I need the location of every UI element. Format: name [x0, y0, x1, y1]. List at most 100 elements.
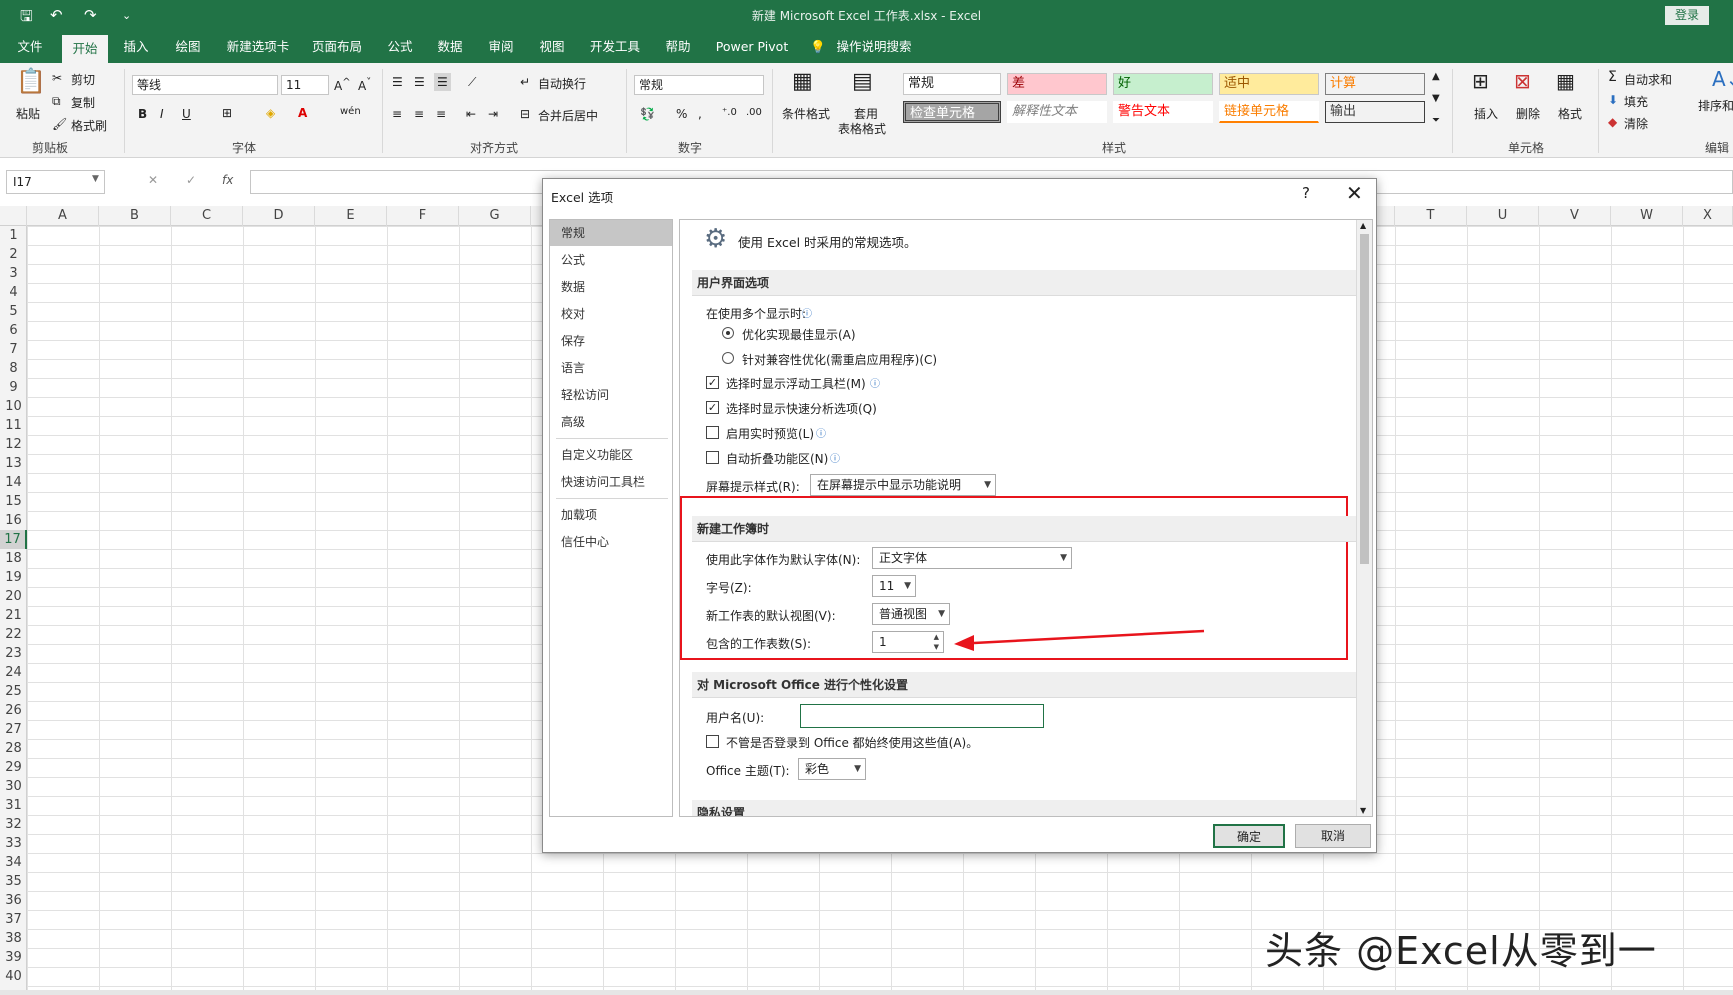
column-header-cell[interactable]: G — [459, 206, 531, 226]
column-header-cell[interactable]: F — [387, 206, 459, 226]
close-button[interactable]: ✕ — [1346, 181, 1363, 205]
username-input[interactable] — [800, 704, 1044, 728]
row-header-cell[interactable]: 13 — [0, 454, 27, 473]
styles-scroll-up-icon[interactable]: ▲ — [1432, 71, 1440, 82]
sort-filter-button[interactable]: 排序和 — [1698, 97, 1733, 114]
checkbox-always-use-label[interactable]: 不管是否登录到 Office 都始终使用这些值(A)。 — [726, 734, 978, 751]
merge-center-button[interactable]: 合并后居中 — [538, 107, 598, 124]
delete-cells-button[interactable]: 删除 — [1516, 105, 1540, 122]
style-linked-cell[interactable]: 链接单元格 — [1219, 101, 1319, 123]
checkbox-collapse-ribbon-label[interactable]: 自动折叠功能区(N) — [726, 450, 828, 467]
nav-proofing[interactable]: 校对 — [550, 301, 672, 327]
row-header-cell[interactable]: 35 — [0, 872, 27, 891]
screentip-select[interactable]: 在屏幕提示中显示功能说明 ▼ — [810, 474, 996, 496]
row-header-cell[interactable]: 29 — [0, 758, 27, 777]
row-header-cell[interactable]: 11 — [0, 416, 27, 435]
align-left-icon[interactable]: ≡ — [392, 107, 402, 121]
number-format-select[interactable]: 常规 — [634, 75, 764, 95]
tab-power-pivot[interactable]: Power Pivot — [712, 31, 792, 63]
phonetic-icon[interactable]: wén — [340, 106, 361, 117]
checkbox-mini-toolbar-label[interactable]: 选择时显示浮动工具栏(M) — [726, 375, 866, 392]
checkbox-collapse-ribbon[interactable] — [706, 451, 719, 464]
checkbox-always-use[interactable] — [706, 735, 719, 748]
column-header-cell[interactable]: X — [1683, 206, 1733, 226]
scroll-down-icon[interactable]: ▼ — [1360, 806, 1366, 815]
nav-accessibility[interactable]: 轻松访问 — [550, 382, 672, 408]
format-painter-button[interactable]: 格式刷 — [71, 117, 107, 134]
tab-developer[interactable]: 开发工具 — [583, 31, 647, 63]
row-header-cell[interactable]: 23 — [0, 644, 27, 663]
row-header-cell[interactable]: 16 — [0, 511, 27, 530]
row-header-cell[interactable]: 3 — [0, 264, 27, 283]
column-header-cell[interactable]: C — [171, 206, 243, 226]
row-header-cell[interactable]: 10 — [0, 397, 27, 416]
row-header-cell[interactable]: 39 — [0, 948, 27, 967]
tab-review[interactable]: 审阅 — [479, 31, 523, 63]
row-header-cell[interactable]: 12 — [0, 435, 27, 454]
nav-quick-access-toolbar[interactable]: 快速访问工具栏 — [550, 469, 672, 495]
column-header-cell[interactable]: W — [1611, 206, 1683, 226]
shrink-font-icon[interactable]: A˅ — [358, 77, 371, 93]
radio-optimize-best[interactable] — [722, 327, 734, 339]
tab-page-layout[interactable]: 页面布局 — [306, 31, 368, 63]
nav-add-ins[interactable]: 加载项 — [550, 502, 672, 528]
row-header-cell[interactable]: 22 — [0, 625, 27, 644]
nav-language[interactable]: 语言 — [550, 355, 672, 381]
column-header-cell[interactable]: V — [1539, 206, 1611, 226]
default-view-select[interactable]: 普通视图 ▼ — [872, 603, 950, 625]
row-header-cell[interactable]: 26 — [0, 701, 27, 720]
row-header-cell[interactable]: 4 — [0, 283, 27, 302]
percent-icon[interactable]: % — [676, 107, 687, 121]
row-header-cell[interactable]: 37 — [0, 910, 27, 929]
border-icon[interactable]: ⊞ — [222, 106, 232, 120]
row-header-cell[interactable]: 25 — [0, 682, 27, 701]
style-normal[interactable]: 常规 — [903, 73, 1001, 95]
row-header-cell[interactable]: 5 — [0, 302, 27, 321]
align-top-icon[interactable]: ☰ — [392, 75, 403, 89]
nav-data[interactable]: 数据 — [550, 274, 672, 300]
nav-formulas[interactable]: 公式 — [550, 247, 672, 273]
table-format-label-2[interactable]: 表格格式 — [838, 120, 886, 137]
fill-color-icon[interactable]: ◈ — [266, 106, 275, 120]
clear-button[interactable]: 清除 — [1624, 115, 1648, 132]
tab-formulas[interactable]: 公式 — [376, 31, 424, 63]
font-size-select[interactable]: 11 — [281, 75, 329, 95]
tab-new[interactable]: 新建选项卡 — [218, 31, 298, 63]
scrollbar-thumb[interactable] — [1360, 234, 1369, 564]
column-header-cell[interactable]: A — [27, 206, 99, 226]
spinner-arrows-icon[interactable]: ▲ ▼ — [934, 632, 939, 652]
styles-more-icon[interactable]: ⏷ — [1432, 115, 1440, 126]
nav-general[interactable]: 常规 — [550, 220, 672, 246]
row-header-cell[interactable]: 2 — [0, 245, 27, 264]
row-header-cell[interactable]: 36 — [0, 891, 27, 910]
sheet-count-spinner[interactable]: 1 ▲ ▼ — [872, 631, 944, 653]
office-theme-select[interactable]: 彩色 ▼ — [798, 758, 866, 780]
nav-advanced[interactable]: 高级 — [550, 409, 672, 435]
row-header-cell[interactable]: 38 — [0, 929, 27, 948]
column-header-cell[interactable]: B — [99, 206, 171, 226]
row-header-cell[interactable]: 6 — [0, 321, 27, 340]
orientation-icon[interactable]: ⟋ — [468, 75, 476, 90]
increase-indent-icon[interactable]: ⇥ — [488, 107, 498, 121]
accounting-icon[interactable]: 💱 — [640, 107, 655, 121]
tab-view[interactable]: 视图 — [530, 31, 574, 63]
paste-icon[interactable]: 📋 — [16, 67, 46, 95]
nav-save[interactable]: 保存 — [550, 328, 672, 354]
cancel-button[interactable]: 取消 — [1295, 824, 1371, 848]
tell-me-search[interactable]: 操作说明搜索 — [834, 31, 914, 63]
underline-icon[interactable]: U — [182, 107, 191, 121]
checkbox-quick-analysis-label[interactable]: 选择时显示快速分析选项(Q) — [726, 400, 877, 417]
column-header-cell[interactable]: T — [1395, 206, 1467, 226]
row-header-cell[interactable]: 34 — [0, 853, 27, 872]
font-size-select[interactable]: 11 ▼ — [872, 575, 916, 597]
paste-button[interactable]: 粘贴 — [16, 105, 40, 122]
row-header-cell[interactable]: 8 — [0, 359, 27, 378]
grow-font-icon[interactable]: A^ — [334, 77, 351, 93]
row-header-cell[interactable]: 9 — [0, 378, 27, 397]
increase-decimal-icon[interactable]: ⁺.0 — [722, 107, 737, 118]
checkbox-live-preview-label[interactable]: 启用实时预览(L) — [726, 425, 814, 442]
row-header-cell[interactable]: 30 — [0, 777, 27, 796]
font-name-select[interactable]: 等线 — [132, 75, 278, 95]
radio-optimize-best-label[interactable]: 优化实现最佳显示(A) — [742, 326, 856, 343]
row-header-cell[interactable]: 21 — [0, 606, 27, 625]
